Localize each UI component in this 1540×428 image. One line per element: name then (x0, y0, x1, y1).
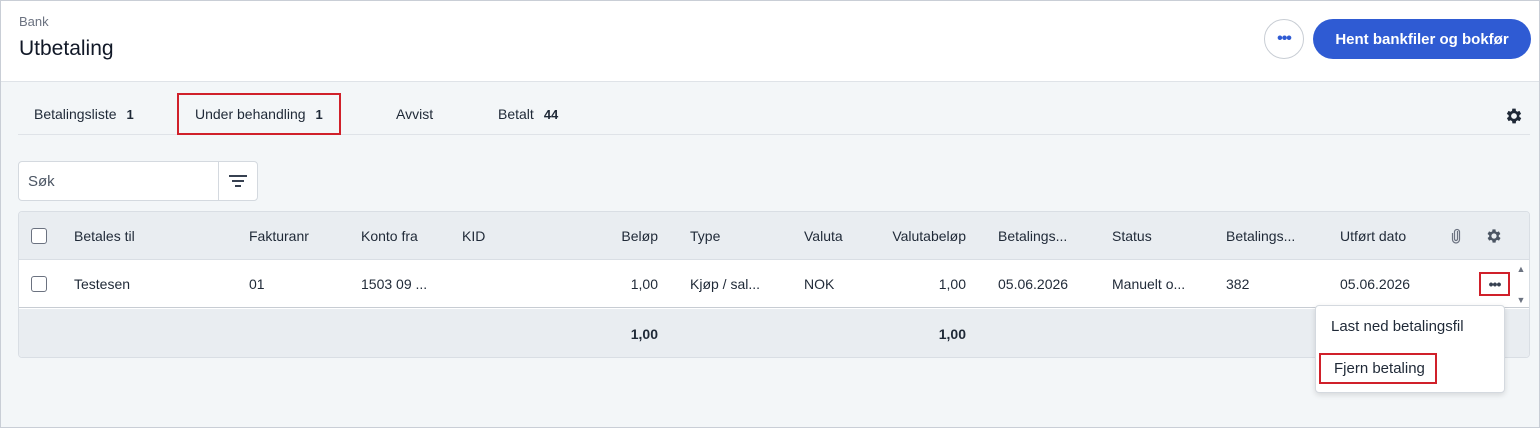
table-header: Betales til Fakturanr Konto fra KID Belø… (19, 212, 1529, 260)
tab-label: Betalingsliste (34, 106, 117, 122)
cell-valutabelop: 1,00 (938, 275, 966, 292)
breadcrumb[interactable]: Bank (19, 14, 49, 29)
cell-status: Manuelt o... (1112, 275, 1186, 292)
attachment-column-icon (1451, 212, 1461, 259)
search-box (18, 161, 258, 201)
column-header-valutabelop[interactable]: Valutabeløp (869, 212, 966, 259)
column-header-betalingsdato[interactable]: Betalings... (998, 212, 1067, 259)
tab-label: Under behandling (195, 106, 306, 122)
fetch-bank-files-button[interactable]: Hent bankfiler og bokfør (1313, 19, 1531, 59)
menu-item-remove-payment[interactable]: Fjern betaling (1319, 353, 1437, 384)
column-header-utfort-dato[interactable]: Utført dato (1340, 212, 1406, 259)
scroll-down-arrow-icon[interactable]: ▼ (1515, 295, 1527, 305)
tab-avvist[interactable]: Avvist (396, 93, 433, 135)
cell-utfort-dato: 05.06.2026 (1340, 275, 1411, 292)
search-input[interactable] (19, 162, 218, 200)
column-header-betalingsid[interactable]: Betalings... (1226, 212, 1295, 259)
row-actions-button[interactable]: ••• (1479, 272, 1510, 296)
tab-bar: Betalingsliste 1 Under behandling 1 Avvi… (18, 93, 1530, 135)
total-belop: 1,00 (630, 325, 658, 342)
settings-gear-icon[interactable] (1504, 106, 1524, 126)
cell-fakturanr: 01 (249, 275, 265, 292)
column-header-status[interactable]: Status (1112, 212, 1152, 259)
cell-valuta: NOK (804, 275, 835, 292)
column-header-betales-til[interactable]: Betales til (74, 212, 135, 259)
table-totals-row: 1,00 1,00 (19, 309, 1529, 357)
tab-count: 44 (543, 106, 559, 122)
tab-count: 1 (126, 106, 134, 122)
payments-table: Betales til Fakturanr Konto fra KID Belø… (18, 211, 1530, 358)
more-actions-button[interactable]: ••• (1264, 19, 1304, 59)
column-header-fakturanr[interactable]: Fakturanr (249, 212, 309, 259)
cell-konto-fra: 1503 09 ... (361, 275, 428, 292)
table-row[interactable]: Testesen 01 1503 09 ... 1,00 Kjøp / sal.… (19, 260, 1529, 308)
tab-betalt[interactable]: Betalt 44 (498, 93, 558, 135)
column-header-valuta[interactable]: Valuta (804, 212, 843, 259)
filter-button[interactable] (218, 162, 257, 200)
column-header-type[interactable]: Type (690, 212, 720, 259)
tab-label: Avvist (396, 106, 434, 122)
select-all-checkbox[interactable] (31, 227, 47, 244)
column-header-belop[interactable]: Beløp (579, 212, 658, 259)
tab-label: Betalt (498, 106, 534, 122)
column-header-kid[interactable]: KID (462, 212, 485, 259)
page-header: Bank Utbetaling ••• Hent bankfiler og bo… (1, 1, 1539, 82)
scroll-up-arrow-icon[interactable]: ▲ (1515, 264, 1527, 274)
cell-betales-til: Testesen (74, 275, 131, 292)
cell-type: Kjøp / sal... (690, 275, 761, 292)
tab-count: 1 (315, 106, 323, 122)
main-content: Betalingsliste 1 Under behandling 1 Avvi… (1, 82, 1539, 427)
row-actions-menu: Last ned betalingsfil Fjern betaling (1315, 305, 1505, 393)
filter-icon (229, 175, 247, 187)
total-valutabelop: 1,00 (938, 325, 966, 342)
cell-belop: 1,00 (630, 275, 658, 292)
cell-betalingsdato: 05.06.2026 (998, 275, 1069, 292)
column-header-konto-fra[interactable]: Konto fra (361, 212, 418, 259)
page-title: Utbetaling (19, 37, 114, 60)
menu-item-download-payment-file[interactable]: Last ned betalingsfil (1331, 318, 1464, 335)
row-checkbox[interactable] (31, 275, 47, 292)
tab-betalingsliste[interactable]: Betalingsliste 1 (34, 93, 134, 135)
tab-under-behandling[interactable]: Under behandling 1 (177, 93, 341, 135)
cell-betalingsid: 382 (1226, 275, 1250, 292)
column-settings-gear-icon[interactable] (1485, 212, 1503, 259)
